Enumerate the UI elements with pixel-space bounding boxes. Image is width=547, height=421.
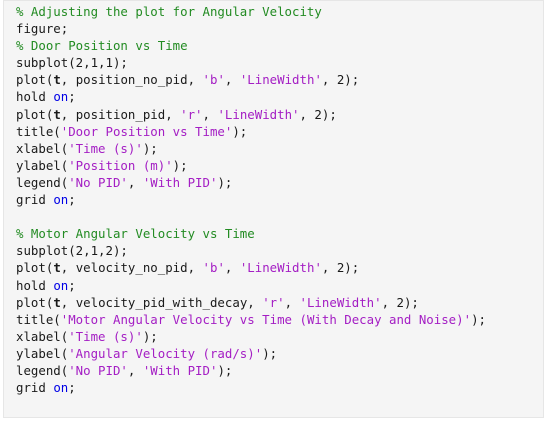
code-token-plain: subplot(2,1,2);: [16, 243, 128, 259]
code-line: hold on;: [16, 277, 486, 294]
code-token-string: 'Angular Velocity (rad/s)': [68, 345, 263, 361]
code-token-string: 'Time (s)': [68, 328, 143, 344]
code-token-plain: ,: [224, 72, 240, 88]
code-token-string: 'LineWidth': [239, 72, 322, 88]
code-token-string: 'LineWidth': [299, 294, 382, 310]
code-token-plain: );: [232, 123, 248, 139]
code-token-plain: ,: [284, 294, 300, 310]
code-token-plain: );: [262, 345, 278, 361]
code-token-bold: t: [53, 260, 61, 276]
code-line: legend('No PID', 'With PID');: [16, 362, 486, 379]
code-token-plain: , position_no_pid,: [60, 72, 203, 88]
code-token-plain: , 2);: [321, 72, 360, 88]
code-token-string: 'No PID': [68, 362, 128, 378]
code-token-plain: legend(: [16, 362, 69, 378]
code-token-bold: t: [53, 294, 61, 310]
code-token-comment: % Adjusting the plot for Angular Velocit…: [16, 4, 322, 19]
code-token-plain: xlabel(: [16, 140, 69, 156]
code-line: plot(t, position_no_pid, 'b', 'LineWidth…: [16, 71, 486, 88]
code-token-plain: grid: [16, 192, 54, 208]
code-token-plain: ,: [224, 260, 240, 276]
code-line: ylabel('Angular Velocity (rad/s)');: [16, 345, 486, 362]
code-token-plain: plot(: [16, 294, 54, 310]
code-token-plain: ;: [68, 192, 76, 208]
code-token-plain: ,: [127, 362, 143, 378]
code-line: title('Door Position vs Time');: [16, 123, 486, 140]
code-token-string: 'Time (s)': [68, 140, 143, 156]
code-token-bold: t: [53, 106, 61, 122]
code-token-string: 'LineWidth': [217, 106, 300, 122]
code-block[interactable]: % Adjusting the plot for Angular Velocit…: [3, 0, 544, 418]
code-line: grid on;: [16, 379, 486, 396]
code-token-plain: ;: [68, 380, 76, 396]
code-token-plain: legend(: [16, 174, 69, 190]
code-token-plain: hold: [16, 277, 54, 293]
code-token-plain: , velocity_pid_with_decay,: [60, 294, 263, 310]
code-token-string: 'No PID': [68, 174, 128, 190]
code-token-plain: plot(: [16, 72, 54, 88]
code-token-plain: ;: [68, 277, 76, 293]
code-token-string: 'Position (m)': [68, 157, 173, 173]
code-token-bold: t: [53, 72, 61, 88]
code-token-string: 'b': [202, 72, 225, 88]
code-line: % Motor Angular Velocity vs Time: [16, 225, 486, 242]
code-token-string: 'r': [262, 294, 285, 310]
code-token-plain: plot(: [16, 260, 54, 276]
code-line: figure;: [16, 20, 486, 37]
code-token-string: 'LineWidth': [239, 260, 322, 276]
code-token-plain: , velocity_no_pid,: [60, 260, 203, 276]
code-token-plain: title(: [16, 123, 61, 139]
code-token-plain: , position_pid,: [60, 106, 181, 122]
code-token-plain: ylabel(: [16, 157, 69, 173]
code-line: xlabel('Time (s)');: [16, 140, 486, 157]
code-line: plot(t, velocity_no_pid, 'b', 'LineWidth…: [16, 259, 486, 276]
code-token-string: 'b': [202, 260, 225, 276]
code-line: subplot(2,1,1);: [16, 54, 486, 71]
code-line: legend('No PID', 'With PID');: [16, 174, 486, 191]
code-token-plain: );: [142, 140, 158, 156]
code-line: ylabel('Position (m)');: [16, 157, 486, 174]
code-token-string: 'Motor Angular Velocity vs Time (With De…: [60, 311, 472, 327]
code-line: plot(t, position_pid, 'r', 'LineWidth', …: [16, 106, 486, 123]
code-token-keyword: on: [53, 192, 69, 208]
code-lines: % Adjusting the plot for Angular Velocit…: [16, 3, 486, 396]
code-token-plain: );: [142, 328, 158, 344]
code-token-comment: % Door Position vs Time: [16, 38, 188, 54]
code-token-plain: ;: [68, 89, 76, 105]
code-token-plain: grid: [16, 380, 54, 396]
code-line: plot(t, velocity_pid_with_decay, 'r', 'L…: [16, 294, 486, 311]
code-token-string: 'With PID': [142, 362, 218, 378]
code-token-string: 'r': [180, 106, 203, 122]
code-token-plain: , 2);: [381, 294, 419, 310]
code-token-plain: );: [172, 157, 188, 173]
code-token-plain: , 2);: [321, 260, 360, 276]
code-token-plain: title(: [16, 311, 61, 327]
code-line: title('Motor Angular Velocity vs Time (W…: [16, 311, 486, 328]
code-token-comment: % Motor Angular Velocity vs Time: [16, 226, 255, 242]
code-token-plain: );: [217, 174, 233, 190]
code-token-plain: subplot(2,1,1);: [16, 55, 128, 71]
code-token-plain: ,: [202, 106, 218, 122]
code-line: xlabel('Time (s)');: [16, 328, 486, 345]
code-line: % Door Position vs Time: [16, 37, 486, 54]
code-line: hold on;: [16, 88, 486, 105]
code-token-plain: hold: [16, 89, 54, 105]
code-line: grid on;: [16, 191, 486, 208]
code-token-string: 'Door Position vs Time': [60, 123, 233, 139]
code-token-plain: );: [471, 311, 486, 327]
code-line: subplot(2,1,2);: [16, 242, 486, 259]
code-token-plain: xlabel(: [16, 328, 69, 344]
code-token-plain: , 2);: [299, 106, 337, 122]
code-token-plain: ylabel(: [16, 345, 69, 361]
code-token-plain: );: [217, 362, 233, 378]
code-token-keyword: on: [53, 380, 69, 396]
code-token-keyword: on: [53, 277, 69, 293]
code-token-keyword: on: [53, 89, 69, 105]
code-token-plain: ,: [127, 174, 143, 190]
code-token-string: 'With PID': [142, 174, 218, 190]
code-token-plain: figure;: [16, 21, 69, 37]
code-token-plain: plot(: [16, 106, 54, 122]
code-line: % Adjusting the plot for Angular Velocit…: [16, 3, 486, 20]
